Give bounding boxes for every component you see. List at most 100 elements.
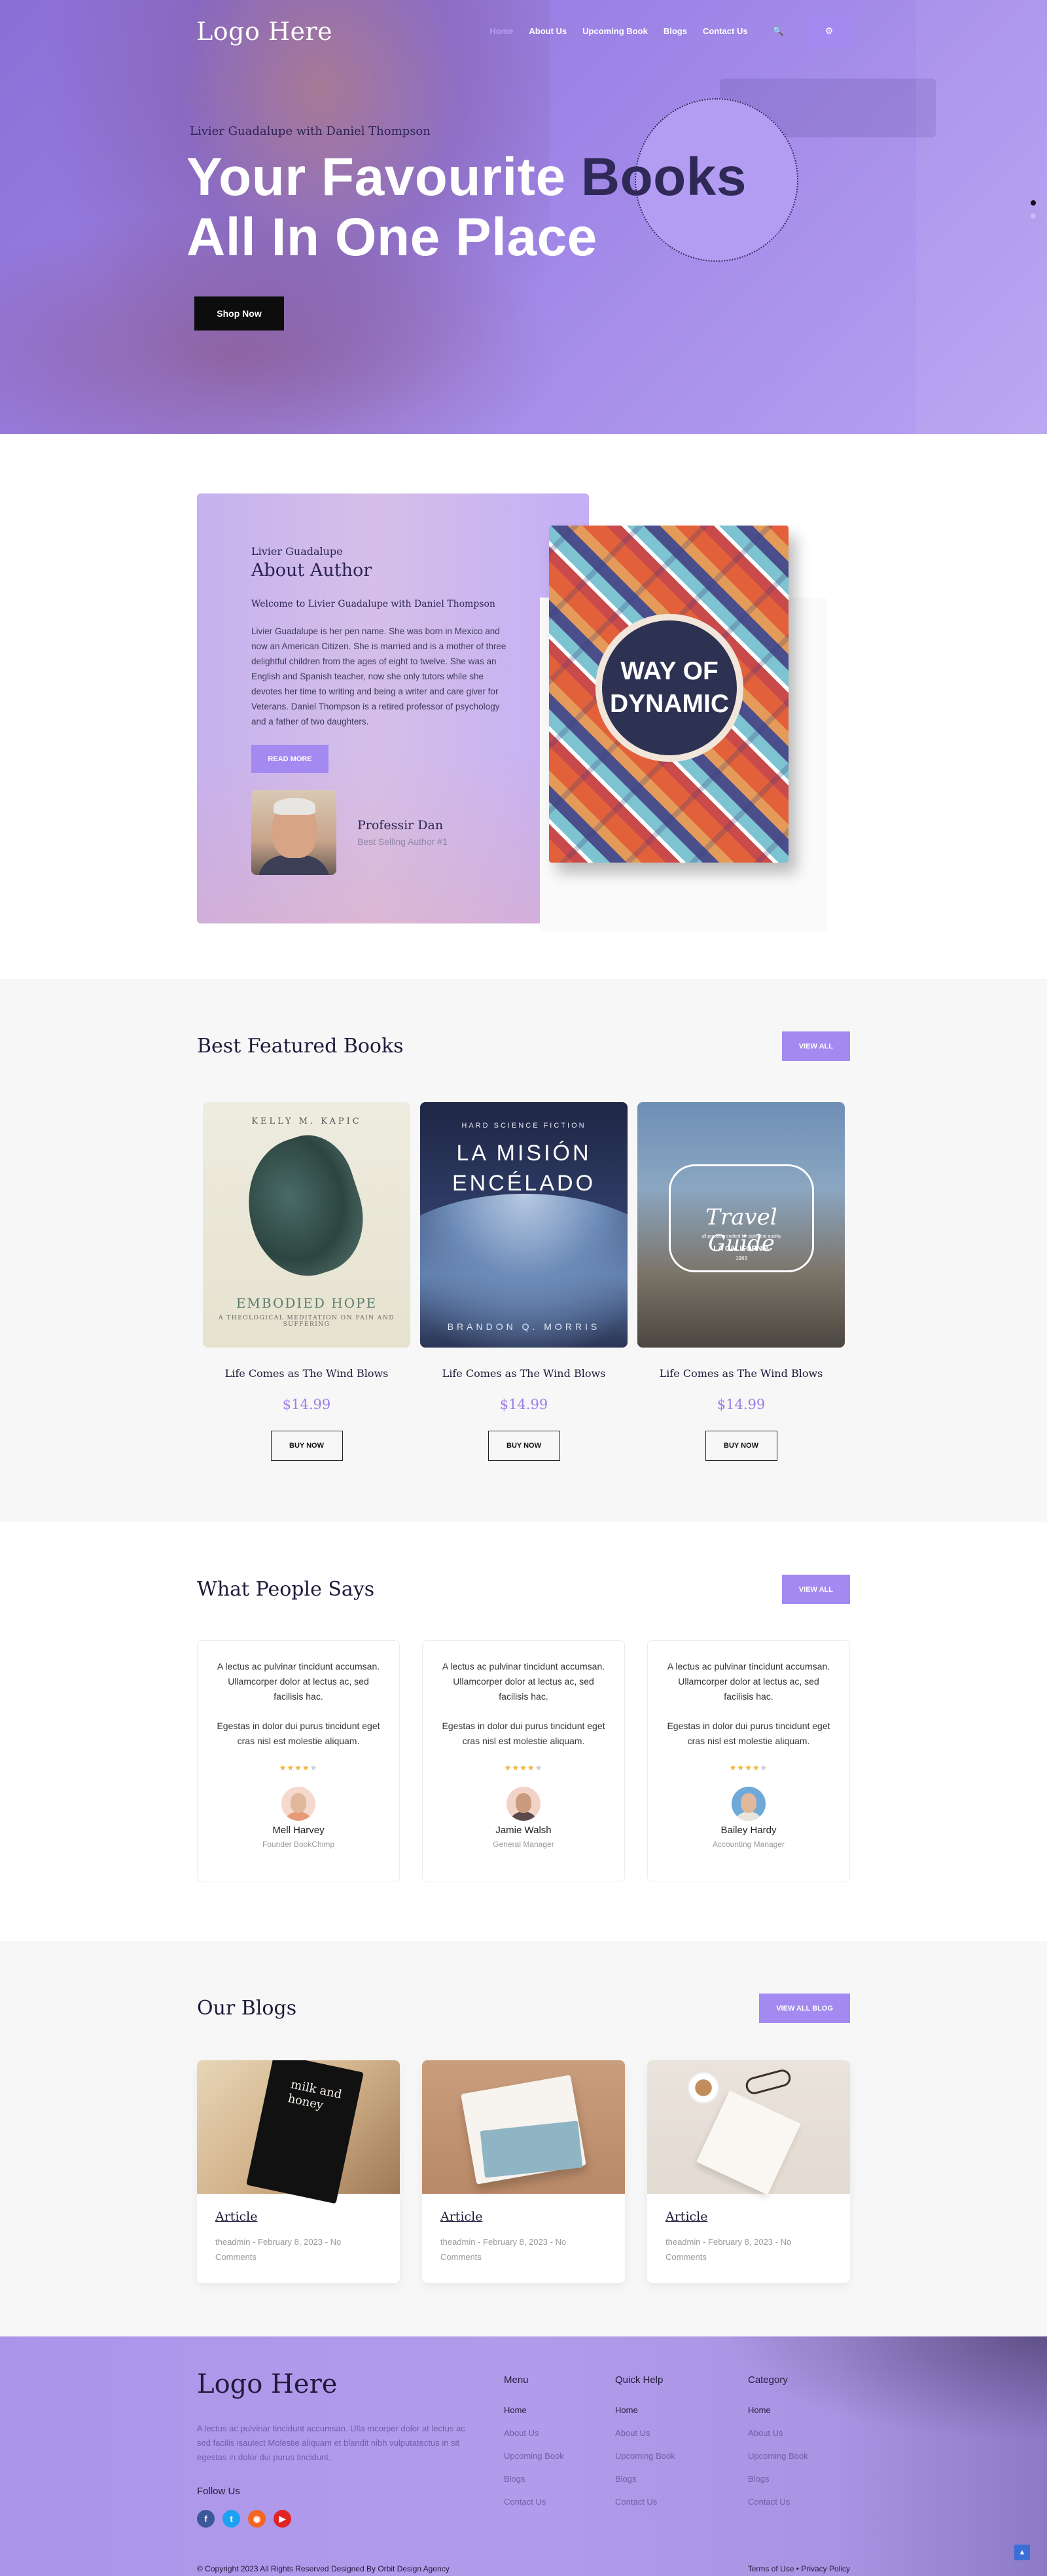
footer-link-home[interactable]: Home [748, 2405, 808, 2415]
blog-title-link[interactable]: Article [440, 2209, 607, 2224]
blog-meta: theadmin - February 8, 2023 - No Comment… [215, 2237, 342, 2262]
footer-link-upcoming-book[interactable]: Upcoming Book [748, 2451, 808, 2461]
footer-column-category: Category Home About Us Upcoming Book Blo… [748, 2374, 808, 2507]
about-heading: About Author [251, 560, 372, 581]
blog-image[interactable]: milk and honey [197, 2060, 400, 2204]
footer-link-upcoming-book[interactable]: Upcoming Book [615, 2451, 675, 2461]
about-section: Livier Guadalupe About Author Welcome to… [0, 434, 1047, 979]
cover-subtitle: A THEOLOGICAL MEDITATION ON PAIN AND SUF… [219, 1315, 395, 1328]
footer-bottom-bar: © Copyright 2023 All Rights Reserved Des… [197, 2564, 850, 2573]
facebook-icon[interactable]: f [197, 2510, 215, 2528]
settings-button[interactable]: ⚙ [807, 14, 851, 48]
hero-section: Logo Here Home About Us Upcoming Book Bl… [0, 0, 1047, 434]
footer-link-blogs[interactable]: Blogs [748, 2474, 808, 2484]
cover-author: BRANDON Q. MORRIS [447, 1321, 601, 1332]
blogs-section: Our Blogs VIEW ALL BLOG milk and honey A… [0, 1941, 1047, 2336]
cover-location: LA CALIFORNIA [713, 1245, 770, 1253]
footer-link-blogs[interactable]: Blogs [615, 2474, 675, 2484]
blog-image[interactable] [647, 2060, 850, 2195]
read-more-button[interactable]: READ MORE [251, 745, 328, 773]
book-price: $14.99 [499, 1397, 548, 1412]
about-welcome: Welcome to Livier Guadalupe with Daniel … [251, 599, 495, 609]
terms-of-use-link[interactable]: Terms of Use [748, 2564, 794, 2573]
blog-title-link[interactable]: Article [665, 2209, 832, 2224]
cover-title: LA MISIÓN ENCÉLADO [420, 1138, 628, 1198]
book-title[interactable]: Life Comes as The Wind Blows [203, 1367, 410, 1380]
footer-column-title: Category [748, 2374, 788, 2386]
footer-link-home[interactable]: Home [615, 2405, 675, 2415]
footer-link-contact-us[interactable]: Contact Us [504, 2497, 564, 2507]
book-title[interactable]: Life Comes as The Wind Blows [637, 1367, 845, 1380]
blog-card: Article theadmin - February 8, 2023 - No… [647, 2060, 850, 2283]
footer-link-home[interactable]: Home [504, 2405, 564, 2415]
footer-link-about-us[interactable]: About Us [504, 2428, 564, 2438]
footer-link-upcoming-book[interactable]: Upcoming Book [504, 2451, 564, 2461]
footer-logo[interactable]: Logo Here [197, 2369, 337, 2399]
testimonial-text: A lectus ac pulvinar tincidunt accumsan.… [442, 1661, 605, 1702]
nav-link-upcoming-book[interactable]: Upcoming Book [582, 26, 648, 36]
blog-card: Article theadmin - February 8, 2023 - No… [422, 2060, 625, 2283]
testimonial-name: Mell Harvey [272, 1825, 325, 1836]
legal-separator: • [796, 2564, 799, 2573]
about-kicker: Livier Guadalupe [251, 545, 343, 558]
footer-link-contact-us[interactable]: Contact Us [615, 2497, 675, 2507]
nav-link-contact-us[interactable]: Contact Us [703, 26, 748, 36]
youtube-icon[interactable]: ▶ [274, 2510, 291, 2528]
nav-link-blogs[interactable]: Blogs [664, 26, 687, 36]
blog-meta: theadmin - February 8, 2023 - No Comment… [440, 2237, 567, 2262]
slider-dot-2[interactable] [1031, 213, 1036, 219]
blog-image[interactable] [422, 2060, 625, 2194]
book-cover-image[interactable]: KELLY M. KAPIC EMBODIED HOPE A THEOLOGIC… [203, 1102, 410, 1348]
book-card: HARD SCIENCE FICTION LA MISIÓN ENCÉLADO … [420, 1102, 628, 1461]
cover-genre: HARD SCIENCE FICTION [461, 1122, 586, 1130]
search-icon[interactable]: 🔍 [773, 26, 784, 37]
testimonial-role: Founder BookChimp [262, 1840, 335, 1849]
footer-column-menu: Menu Home About Us Upcoming Book Blogs C… [504, 2374, 564, 2507]
privacy-policy-link[interactable]: Privacy Policy [801, 2564, 850, 2573]
scroll-to-top-button[interactable]: ▲ [1014, 2545, 1030, 2560]
blog-meta: theadmin - February 8, 2023 - No Comment… [665, 2237, 792, 2262]
featured-view-all-button[interactable]: VIEW ALL [781, 1031, 850, 1061]
view-all-blog-button[interactable]: VIEW ALL BLOG [759, 1994, 850, 2023]
testimonial-name: Bailey Hardy [720, 1825, 777, 1836]
copyright-text: © Copyright 2023 All Rights Reserved Des… [197, 2564, 450, 2573]
footer-column-quick-help: Quick Help Home About Us Upcoming Book B… [615, 2374, 675, 2507]
testimonial-text: A lectus ac pulvinar tincidunt accumsan.… [667, 1661, 830, 1702]
blog-image-book-title: milk and honey [286, 2077, 344, 2113]
blog-title-link[interactable]: Article [215, 2209, 382, 2224]
footer: Logo Here A lectus ac pulvinar tincidunt… [0, 2336, 1047, 2576]
buy-now-button[interactable]: BUY NOW [488, 1431, 560, 1461]
author-row: Professir Dan Best Selling Author #1 [251, 790, 513, 875]
nav-link-home[interactable]: Home [489, 26, 513, 36]
shop-now-button[interactable]: Shop Now [194, 296, 284, 331]
social-links: f t ◉ ▶ [197, 2510, 291, 2528]
chevron-up-icon: ▲ [1018, 2549, 1026, 2556]
featured-heading: Best Featured Books [197, 1035, 404, 1058]
footer-column-title: Quick Help [615, 2374, 664, 2386]
cover-title: EMBODIED HOPE [236, 1295, 378, 1311]
book-card: Travel Guide all products crafted for st… [637, 1102, 845, 1461]
rating-stars: ★★★★★ [279, 1763, 318, 1772]
buy-now-button[interactable]: BUY NOW [705, 1431, 777, 1461]
book-cover-image[interactable]: Travel Guide all products crafted for st… [637, 1102, 845, 1348]
book-cover-image[interactable]: HARD SCIENCE FICTION LA MISIÓN ENCÉLADO … [420, 1102, 628, 1348]
footer-link-blogs[interactable]: Blogs [504, 2474, 564, 2484]
book-title[interactable]: Life Comes as The Wind Blows [420, 1367, 628, 1380]
footer-description: A lectus ac pulvinar tincidunt accumsan.… [197, 2424, 465, 2462]
twitter-icon[interactable]: t [222, 2510, 240, 2528]
rss-icon[interactable]: ◉ [248, 2510, 266, 2528]
site-logo[interactable]: Logo Here [196, 17, 332, 46]
slider-dot-1[interactable] [1031, 200, 1036, 206]
cover-author: KELLY M. KAPIC [251, 1117, 362, 1126]
cover-badge: Travel Guide all products crafted for st… [669, 1164, 814, 1272]
footer-link-contact-us[interactable]: Contact Us [748, 2497, 808, 2507]
book-cover-badge: WAY OF DYNAMIC [595, 614, 743, 762]
testimonials-header: What People Says VIEW ALL [197, 1575, 850, 1604]
testimonial-card: A lectus ac pulvinar tincidunt accumsan.… [647, 1640, 850, 1882]
footer-link-about-us[interactable]: About Us [748, 2428, 808, 2438]
testimonials-view-all-button[interactable]: VIEW ALL [781, 1575, 850, 1604]
buy-now-button[interactable]: BUY NOW [270, 1431, 343, 1461]
nav-link-about-us[interactable]: About Us [529, 26, 567, 36]
testimonial-card: A lectus ac pulvinar tincidunt accumsan.… [422, 1640, 625, 1882]
footer-link-about-us[interactable]: About Us [615, 2428, 675, 2438]
